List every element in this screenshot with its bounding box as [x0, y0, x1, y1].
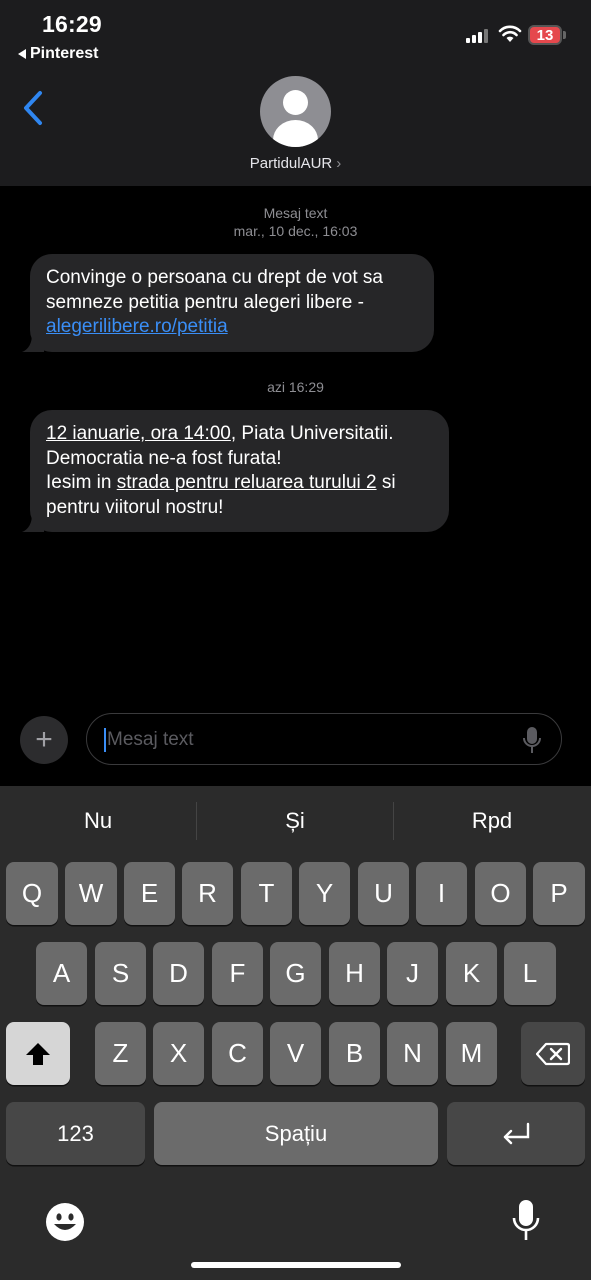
key-p[interactable]: P — [533, 862, 585, 925]
key-v[interactable]: V — [270, 1022, 321, 1085]
key-r[interactable]: R — [182, 862, 233, 925]
avatar-shoulders — [273, 120, 318, 147]
key-l[interactable]: L — [504, 942, 556, 1005]
back-chevron-icon[interactable] — [20, 90, 46, 126]
message-line: pentru viitorul nostru! — [46, 496, 224, 518]
suggestion-1[interactable]: Nu — [48, 808, 148, 834]
key-b[interactable]: B — [329, 1022, 380, 1085]
shift-key[interactable] — [6, 1022, 70, 1085]
key-z[interactable]: Z — [95, 1022, 146, 1085]
key-y[interactable]: Y — [299, 862, 350, 925]
key-k[interactable]: K — [446, 942, 497, 1005]
message-line: Democratia ne-a fost furata! — [46, 447, 282, 469]
shift-arrow-icon — [26, 1042, 50, 1065]
text-caret — [104, 728, 106, 752]
key-a[interactable]: A — [36, 942, 87, 1005]
home-indicator[interactable] — [191, 1262, 401, 1268]
message-type-label: Mesaj text — [263, 205, 328, 221]
message-input[interactable]: Mesaj text — [86, 713, 562, 765]
message-timestamp: azi 16:29 — [267, 379, 324, 395]
date-link[interactable]: 12 ianuarie, ora 14:00 — [46, 423, 231, 444]
contact-avatar[interactable] — [260, 76, 331, 147]
key-c[interactable]: C — [212, 1022, 263, 1085]
key-t[interactable]: T — [241, 862, 292, 925]
dictation-microphone-icon[interactable] — [512, 1199, 540, 1243]
battery-level: 13 — [528, 25, 562, 45]
key-m[interactable]: M — [446, 1022, 497, 1085]
message-text: , Piata Universitatii. — [230, 423, 394, 444]
key-s[interactable]: S — [95, 942, 146, 1005]
key-q[interactable]: Q — [6, 862, 58, 925]
message-line: Convinge o persoana cu drept de vot sa — [46, 267, 383, 288]
key-i[interactable]: I — [416, 862, 467, 925]
back-triangle-icon — [18, 49, 26, 59]
return-icon — [503, 1122, 530, 1144]
key-e[interactable]: E — [124, 862, 175, 925]
apps-plus-button[interactable]: + — [20, 716, 68, 764]
suggestion-3[interactable]: Rpd — [442, 808, 542, 834]
chevron-right-icon: › — [336, 155, 342, 172]
bubble-tail — [22, 334, 44, 352]
contact-name-label: PartidulAUR — [249, 155, 333, 172]
key-f[interactable]: F — [212, 942, 263, 1005]
numbers-key[interactable]: 123 — [6, 1102, 145, 1165]
emoji-icon[interactable] — [45, 1202, 85, 1242]
key-x[interactable]: X — [153, 1022, 204, 1085]
wifi-icon — [498, 25, 522, 42]
delete-key[interactable] — [521, 1022, 585, 1085]
message-text: Iesim in — [46, 472, 117, 493]
backspace-icon — [536, 1042, 570, 1065]
plus-icon: + — [35, 723, 53, 756]
message-bubble[interactable]: 12 ianuarie, ora 14:00, Piata Universita… — [22, 410, 449, 532]
back-to-app-link[interactable]: Pinterest — [18, 45, 98, 63]
suggestion-2[interactable]: Și — [245, 808, 345, 834]
detected-data-link[interactable]: strada pentru reluarea turului 2 — [117, 472, 377, 493]
avatar-head — [283, 90, 308, 115]
key-u[interactable]: U — [358, 862, 409, 925]
message-bubble[interactable]: Convinge o persoana cu drept de vot sa s… — [22, 254, 434, 352]
message-text: si — [376, 472, 396, 493]
status-time: 16:29 — [42, 11, 102, 37]
back-app-label: Pinterest — [30, 45, 99, 62]
key-w[interactable]: W — [65, 862, 117, 925]
microphone-icon[interactable] — [523, 726, 541, 754]
message-input-placeholder: Mesaj text — [107, 729, 194, 750]
space-key[interactable]: Spațiu — [154, 1102, 438, 1165]
message-timestamp: mar., 10 dec., 16:03 — [233, 223, 358, 239]
cellular-signal-icon — [466, 29, 488, 43]
key-h[interactable]: H — [329, 942, 380, 1005]
contact-name[interactable]: PartidulAUR › — [0, 155, 591, 172]
petition-link[interactable]: alegerilibere.ro/petitia — [46, 316, 228, 337]
return-key[interactable] — [447, 1102, 585, 1165]
key-j[interactable]: J — [387, 942, 438, 1005]
key-g[interactable]: G — [270, 942, 321, 1005]
message-line: semneze petitia pentru alegeri libere - — [46, 291, 364, 313]
key-d[interactable]: D — [153, 942, 204, 1005]
key-o[interactable]: O — [475, 862, 526, 925]
bubble-tail — [22, 514, 44, 532]
battery-icon: 13 — [528, 25, 566, 45]
key-n[interactable]: N — [387, 1022, 438, 1085]
